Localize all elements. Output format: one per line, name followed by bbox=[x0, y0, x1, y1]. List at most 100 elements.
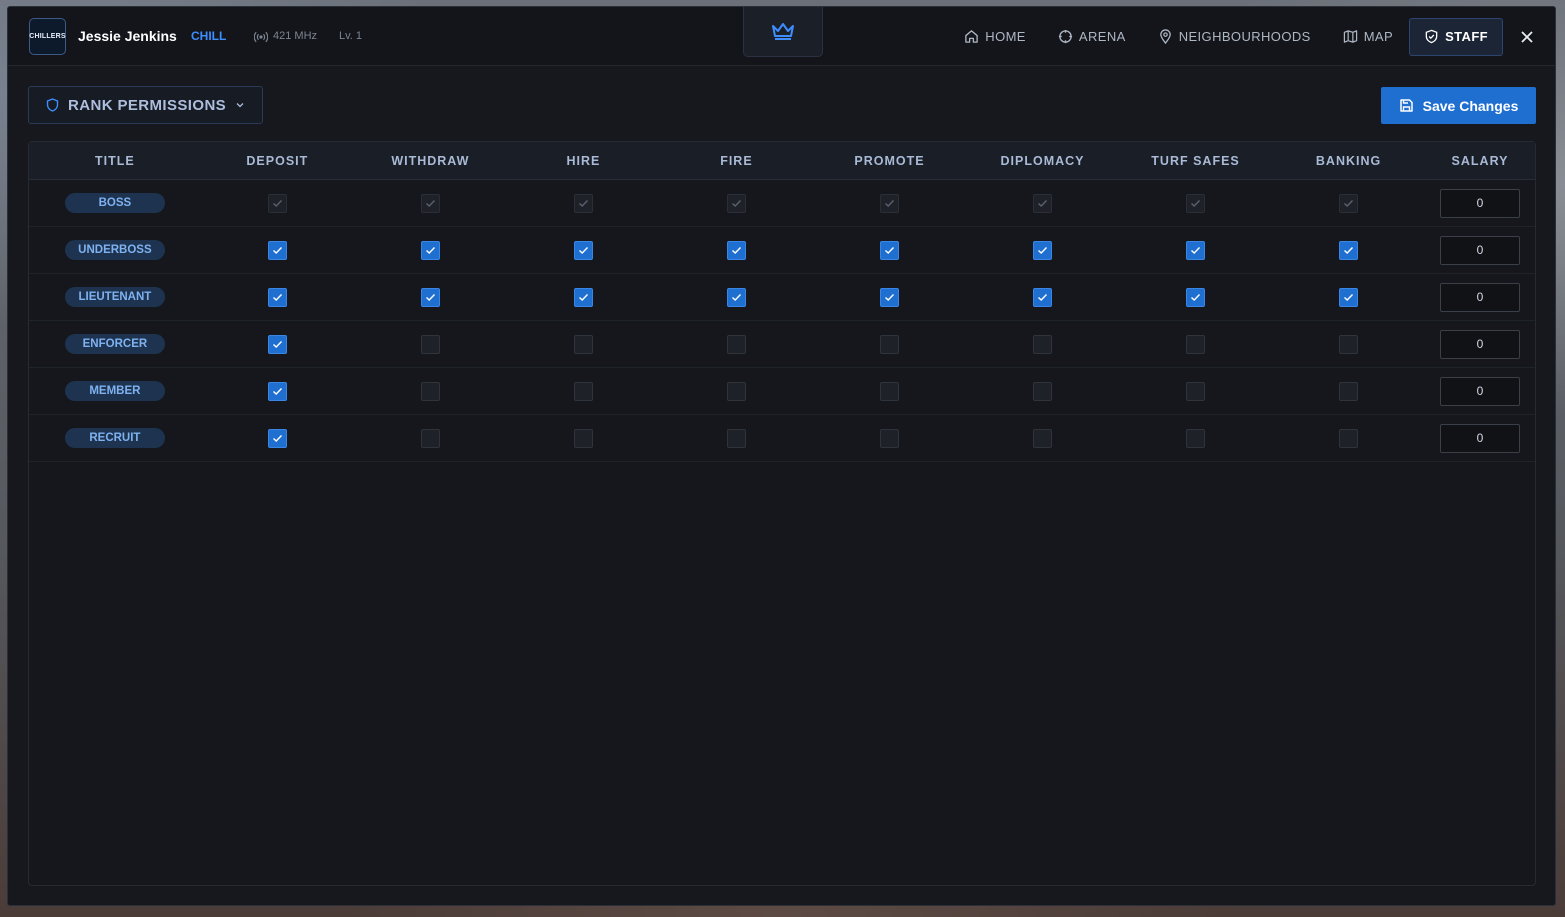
permission-cell bbox=[201, 381, 354, 401]
checkbox-deposit bbox=[267, 193, 287, 213]
permission-cell bbox=[813, 334, 966, 354]
checkbox-turf-safes[interactable] bbox=[1186, 381, 1206, 401]
salary-input[interactable] bbox=[1440, 423, 1521, 453]
checkbox-deposit[interactable] bbox=[267, 287, 287, 307]
checkbox-diplomacy[interactable] bbox=[1033, 428, 1052, 448]
checkbox-withdraw[interactable] bbox=[420, 428, 440, 448]
radio-icon bbox=[254, 31, 268, 43]
salary-input[interactable] bbox=[1440, 188, 1521, 218]
checkbox-promote[interactable] bbox=[879, 240, 899, 260]
checkbox-withdraw[interactable] bbox=[420, 240, 440, 260]
dropdown-label: RANK PERMISSIONS bbox=[68, 96, 227, 114]
permission-cell bbox=[660, 240, 813, 260]
checkbox-promote[interactable] bbox=[879, 287, 899, 307]
column-header-promote: PROMOTE bbox=[854, 153, 925, 168]
checkbox-banking[interactable] bbox=[1339, 428, 1359, 448]
map-icon bbox=[1343, 30, 1357, 43]
checkbox-turf-safes[interactable] bbox=[1186, 240, 1206, 260]
checkbox-withdraw[interactable] bbox=[420, 287, 440, 307]
permission-cell bbox=[507, 287, 660, 307]
crown-tab[interactable] bbox=[743, 7, 823, 57]
checkbox-banking[interactable] bbox=[1339, 240, 1359, 260]
checkbox-hire[interactable] bbox=[573, 240, 593, 260]
column-header-turf-safes: TURF SAFES bbox=[1151, 153, 1240, 168]
permission-cell bbox=[507, 428, 660, 448]
checkbox-deposit[interactable] bbox=[267, 381, 287, 401]
checkmark-icon bbox=[1038, 199, 1048, 207]
checkbox-deposit[interactable] bbox=[267, 334, 287, 354]
permission-cell bbox=[813, 381, 966, 401]
checkbox-fire[interactable] bbox=[726, 428, 746, 448]
checkbox-hire[interactable] bbox=[573, 287, 593, 307]
salary-cell bbox=[1425, 376, 1535, 406]
checkbox-diplomacy[interactable] bbox=[1033, 240, 1052, 260]
rank-title-cell: ENFORCER bbox=[29, 334, 201, 354]
permission-cell bbox=[1119, 381, 1272, 401]
salary-input[interactable] bbox=[1440, 376, 1521, 406]
rank-permissions-dropdown[interactable]: RANK PERMISSIONS bbox=[28, 86, 263, 124]
header-bar: CHILLERS Jessie Jenkins CHILL 421 MHz Lv… bbox=[8, 7, 1555, 66]
nav-staff-label: STAFF bbox=[1445, 29, 1488, 44]
checkmark-icon bbox=[1344, 246, 1354, 254]
checkbox-fire bbox=[726, 193, 746, 213]
checkbox-deposit[interactable] bbox=[267, 240, 287, 260]
nav-neighbourhoods[interactable]: NEIGHBOURHOODS bbox=[1142, 18, 1327, 56]
checkbox-fire[interactable] bbox=[726, 240, 746, 260]
checkmark-icon bbox=[425, 199, 435, 207]
salary-cell bbox=[1425, 188, 1535, 218]
checkbox-diplomacy[interactable] bbox=[1033, 334, 1052, 354]
checkmark-icon bbox=[1191, 246, 1201, 254]
close-icon bbox=[1521, 30, 1533, 43]
checkbox-promote[interactable] bbox=[879, 381, 899, 401]
checkbox-fire[interactable] bbox=[726, 381, 746, 401]
salary-input[interactable] bbox=[1440, 329, 1521, 359]
checkbox-diplomacy[interactable] bbox=[1033, 287, 1052, 307]
permission-cell bbox=[354, 193, 507, 213]
rank-title-cell: UNDERBOSS bbox=[29, 240, 201, 260]
checkbox-withdraw[interactable] bbox=[420, 381, 440, 401]
column-header-diplomacy: DIPLOMACY bbox=[1000, 153, 1085, 168]
table-row: UNDERBOSS bbox=[29, 227, 1535, 274]
table-header: TITLE DEPOSIT WITHDRAW HIRE FIRE PROMOTE DIPLO… bbox=[29, 142, 1535, 180]
checkbox-turf-safes[interactable] bbox=[1186, 287, 1206, 307]
checkbox-turf-safes[interactable] bbox=[1186, 428, 1206, 448]
checkbox-hire[interactable] bbox=[573, 334, 593, 354]
nav-arena[interactable]: ARENA bbox=[1042, 18, 1142, 56]
checkbox-turf-safes[interactable] bbox=[1186, 334, 1206, 354]
checkbox-diplomacy[interactable] bbox=[1033, 381, 1052, 401]
save-changes-button[interactable]: Save Changes bbox=[1381, 87, 1536, 124]
rank-badge: LIEUTENANT bbox=[64, 287, 165, 307]
checkbox-banking[interactable] bbox=[1339, 287, 1359, 307]
player-level: Lv. 1 bbox=[339, 30, 363, 42]
rank-badge: BOSS bbox=[64, 193, 165, 213]
checkmark-icon bbox=[272, 340, 282, 348]
nav-staff[interactable]: STAFF bbox=[1409, 17, 1503, 56]
close-button[interactable] bbox=[1506, 18, 1548, 56]
permission-cell bbox=[354, 381, 507, 401]
nav-home[interactable]: HOME bbox=[948, 18, 1042, 56]
nav-map[interactable]: MAP bbox=[1327, 18, 1409, 56]
checkbox-banking[interactable] bbox=[1339, 334, 1359, 354]
permission-cell bbox=[1272, 428, 1425, 448]
checkbox-deposit[interactable] bbox=[267, 428, 287, 448]
rank-badge: UNDERBOSS bbox=[64, 240, 165, 260]
checkbox-hire[interactable] bbox=[573, 428, 593, 448]
chevron-down-icon bbox=[236, 103, 244, 108]
checkbox-fire[interactable] bbox=[726, 334, 746, 354]
checkbox-withdraw bbox=[420, 193, 440, 213]
checkbox-promote[interactable] bbox=[879, 428, 899, 448]
player-name: Jessie Jenkins bbox=[78, 28, 177, 44]
table-row: ENFORCER bbox=[29, 321, 1535, 368]
checkbox-hire[interactable] bbox=[573, 381, 593, 401]
checkbox-withdraw[interactable] bbox=[420, 334, 440, 354]
rank-badge: ENFORCER bbox=[64, 334, 165, 354]
permission-cell bbox=[201, 334, 354, 354]
checkmark-icon bbox=[1191, 199, 1201, 207]
salary-input[interactable] bbox=[1440, 235, 1521, 265]
permission-cell bbox=[1119, 428, 1272, 448]
checkbox-fire[interactable] bbox=[726, 287, 746, 307]
checkbox-promote[interactable] bbox=[879, 334, 899, 354]
column-header-hire: HIRE bbox=[566, 153, 601, 168]
salary-input[interactable] bbox=[1440, 282, 1521, 312]
checkbox-banking[interactable] bbox=[1339, 381, 1359, 401]
